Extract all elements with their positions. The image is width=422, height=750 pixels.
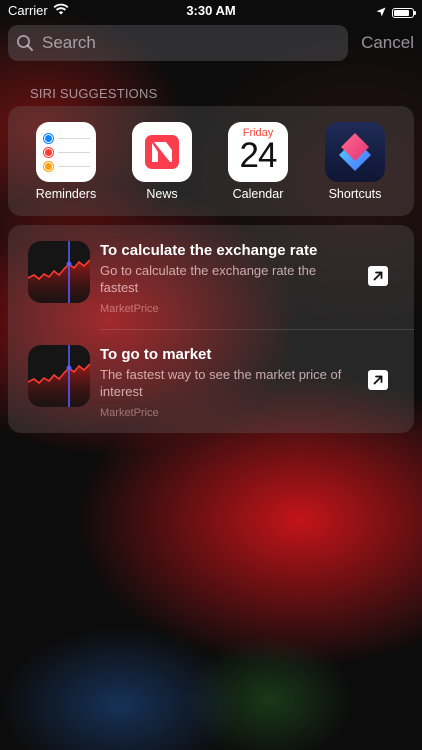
news-icon (132, 122, 192, 182)
suggestion-subtitle: Go to calculate the exchange rate the fa… (100, 263, 317, 295)
suggestion-item[interactable]: To calculate the exchange rate Go to cal… (8, 225, 414, 330)
shortcuts-icon (325, 122, 385, 182)
suggestion-subtitle: The fastest way to see the market price … (100, 367, 342, 399)
app-shortcuts[interactable]: Shortcuts (315, 122, 395, 201)
status-bar: Carrier 3:30 AM (0, 0, 422, 22)
calendar-icon: Friday 24 (228, 122, 288, 182)
reminders-icon (36, 122, 96, 182)
app-label: News (146, 187, 178, 201)
battery-icon (392, 8, 416, 18)
suggestion-item[interactable]: To go to market The fastest way to see t… (8, 329, 414, 433)
search-input[interactable] (40, 32, 334, 54)
suggestion-app-name: MarketPrice (100, 303, 159, 315)
app-calendar[interactable]: Friday 24 Calendar (218, 122, 298, 201)
suggestion-title: To calculate the exchange rate (100, 242, 318, 259)
search-row: Cancel (8, 25, 414, 61)
siri-shortcut-suggestions: To calculate the exchange rate Go to cal… (8, 225, 414, 433)
cancel-button[interactable]: Cancel (361, 25, 414, 61)
search-icon (16, 34, 34, 52)
clock: 3:30 AM (186, 3, 236, 18)
stock-chart-icon (28, 345, 90, 407)
siri-suggestions-title: SIRI SUGGESTIONS (30, 86, 158, 101)
app-reminders[interactable]: Reminders (26, 122, 106, 201)
arrow-up-right-icon[interactable] (368, 266, 388, 286)
app-news[interactable]: News (122, 122, 202, 201)
arrow-up-right-icon[interactable] (368, 370, 388, 390)
suggestion-title: To go to market (100, 346, 212, 363)
battery-fill (394, 10, 409, 16)
stock-chart-icon (28, 241, 90, 303)
status-right (376, 4, 416, 22)
siri-app-suggestions: Reminders News Friday 24 Calendar Shortc… (8, 106, 414, 216)
app-label: Calendar (232, 187, 284, 201)
calendar-date: 24 (239, 136, 278, 175)
app-label: Reminders (35, 187, 97, 201)
app-label: Shortcuts (328, 187, 382, 201)
search-field[interactable] (8, 25, 348, 61)
location-arrow-icon (376, 4, 386, 22)
suggestion-app-name: MarketPrice (100, 407, 159, 419)
